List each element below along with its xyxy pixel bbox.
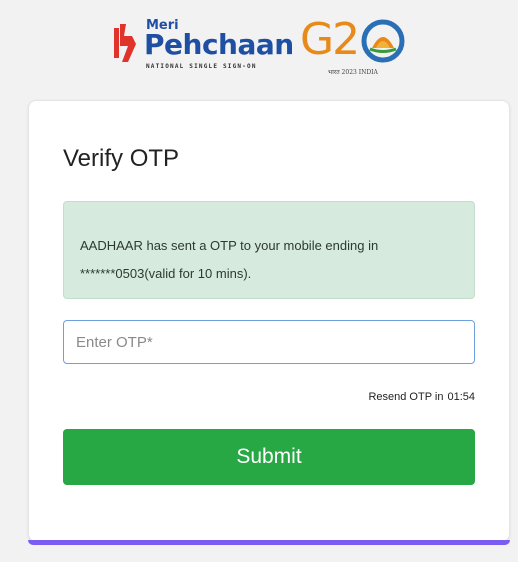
resend-otp-label: Resend OTP in	[368, 391, 444, 403]
page-title: Verify OTP	[63, 145, 180, 172]
meri-pehchaan-mark-icon	[114, 24, 136, 62]
g20-logo: G2 भारत 2023 INDIA	[298, 14, 410, 80]
lotus-globe-icon	[361, 19, 405, 63]
resend-otp-countdown: Resend OTP in 01:54	[368, 391, 475, 403]
g20-text: G2	[300, 14, 360, 65]
otp-input[interactable]	[63, 320, 475, 364]
g20-caption: भारत 2023 INDIA	[328, 69, 378, 76]
verify-otp-card: Verify OTP AADHAAR has sent a OTP to you…	[28, 100, 510, 542]
meri-pehchaan-logo: Meri Pehchaan NATIONAL SINGLE SIGN-ON	[110, 16, 294, 76]
card-bottom-accent	[28, 540, 510, 545]
submit-button[interactable]: Submit	[63, 429, 475, 485]
resend-otp-timer: 01:54	[447, 391, 475, 403]
page-header: Meri Pehchaan NATIONAL SINGLE SIGN-ON G2…	[0, 0, 518, 92]
logo-pehchaan-text: Pehchaan	[144, 28, 294, 61]
logo-tagline: NATIONAL SINGLE SIGN-ON	[146, 63, 257, 70]
otp-sent-alert: AADHAAR has sent a OTP to your mobile en…	[63, 201, 475, 299]
